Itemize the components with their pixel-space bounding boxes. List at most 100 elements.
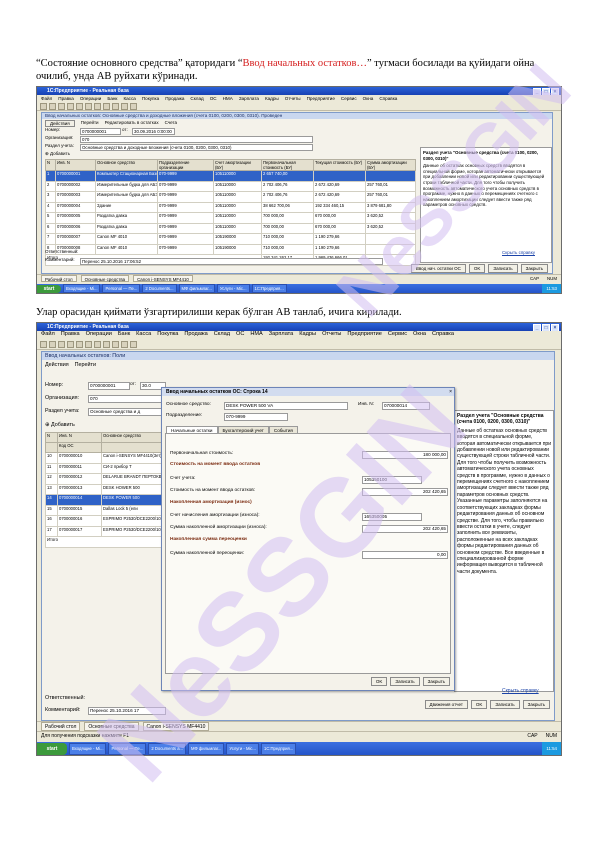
table-row[interactable]: 11 0700000011 СИ-2 прибор Т (45, 462, 164, 474)
menu-item[interactable]: Файл (41, 331, 55, 338)
save-icon[interactable] (58, 340, 65, 348)
taskbar-item[interactable]: 2 Documents a... (148, 742, 187, 755)
table-row[interactable]: 16 0700000016 ESPRIMO P2530/DCE2200/10 (45, 515, 164, 527)
close-button[interactable]: Закрыть (422, 677, 450, 686)
menu-item[interactable]: Продажа (184, 331, 207, 338)
close-button[interactable]: Закрыть (520, 264, 548, 273)
section-field[interactable]: Основные средства и д (88, 408, 166, 416)
table-row[interactable]: 8 0700000008 Canon MF 4010 070-9999 10519000… (45, 243, 416, 255)
menu-item[interactable]: Справка (379, 95, 397, 102)
save-button[interactable]: Записать (490, 700, 520, 709)
help-icon[interactable] (130, 102, 137, 110)
actions-menu-button[interactable]: Действия (45, 362, 69, 368)
tab-fixed-assets[interactable]: Основные средства (84, 722, 139, 731)
table-row[interactable]: 15 0700000015 Dallas Lock 5 (ели (45, 504, 164, 516)
hide-help-link[interactable]: Скрыть справку (502, 250, 535, 256)
goto-button[interactable]: Перейти (75, 362, 96, 368)
table-row[interactable]: 4 0700000004 Здание 070-9999 105110000 38 662… (45, 201, 416, 213)
new-icon[interactable] (40, 340, 47, 348)
table-row[interactable]: 10 0700000010 Canon i-SENSYS MF4410(3ет) (45, 452, 164, 464)
menu-item[interactable]: Банк (107, 95, 117, 102)
menu-item[interactable]: Правка (58, 95, 74, 102)
depreciation-account-field[interactable]: 165350005 (362, 513, 422, 521)
menu-item[interactable]: Отчеты (322, 331, 341, 338)
close-button[interactable]: Закрыть (522, 700, 550, 709)
calc-icon[interactable] (112, 102, 119, 110)
taskbar-item[interactable]: Personal — Пе... (102, 284, 141, 293)
menu-item[interactable]: Отчеты (285, 95, 301, 102)
column-header[interactable]: Текущая стоимость (БУ) (313, 159, 366, 171)
add-row-button[interactable]: ⊕ Добавить (45, 151, 70, 157)
calc-icon[interactable] (112, 340, 119, 348)
new-icon[interactable] (40, 102, 47, 110)
menu-item[interactable]: Файл (41, 95, 52, 102)
help-icon[interactable] (130, 340, 137, 348)
menu-item[interactable]: ОС (210, 95, 217, 102)
table-row[interactable]: 14 0700000014 DESK POWER 500 (45, 494, 164, 506)
number-field[interactable]: 0700000001 (88, 382, 130, 390)
save-icon[interactable] (58, 102, 65, 110)
table-row[interactable]: 2 0700000002 Измерительные будка для АБЭ 07… (45, 180, 416, 192)
actions-menu-button[interactable]: Действия (45, 120, 75, 127)
taskbar-item[interactable]: 2 Documents... (142, 284, 177, 293)
table-row[interactable]: 12 0700000012 DELARUE BRANDT ПЕРТОКВА (45, 473, 164, 485)
account-field[interactable]: 105350100 (362, 476, 422, 484)
table-row[interactable]: 6 0700000006 Раздатка давка 070-9999 1051100… (45, 222, 416, 234)
column-header[interactable]: Основное средство (95, 159, 158, 171)
column-header[interactable]: Первоначальная стоимость (БУ) (261, 159, 314, 171)
comment-field[interactable]: Перенос 25.10.2016 17 (88, 707, 166, 715)
ok-button[interactable]: OK (470, 700, 488, 709)
accounts-button[interactable]: Счета (165, 120, 177, 127)
menu-item[interactable]: Сервис (341, 95, 357, 102)
table-row[interactable]: 5 0700000005 Раздатка давка 070-9999 1051100… (45, 212, 416, 224)
menu-item[interactable]: Сервис (388, 331, 407, 338)
taskbar-item[interactable]: 1С:Предприя... (260, 742, 297, 755)
taskbar-item[interactable]: Personal — Пе... (108, 742, 147, 755)
goto-button[interactable]: Перейти (81, 120, 99, 127)
menu-item[interactable]: Предприятие (347, 331, 381, 338)
organization-field[interactable]: 070 (80, 136, 313, 143)
open-icon[interactable] (49, 340, 56, 348)
taskbar-item[interactable]: 1С:Предприя... (251, 284, 287, 293)
table-row[interactable]: 3 0700000003 Измерительные будка для АБЭ 07… (45, 191, 416, 203)
ok-button[interactable]: OK (370, 677, 388, 686)
menu-item[interactable]: Кадры (299, 331, 316, 338)
close-icon[interactable]: × (449, 389, 452, 395)
taskbar-item[interactable]: Услуги - Mic... (216, 284, 250, 293)
table-row[interactable]: 13 0700000013 DESK HOWER 500 (45, 483, 164, 495)
menu-item[interactable]: Окна (363, 95, 374, 102)
menu-item[interactable]: Склад (214, 331, 230, 338)
table-row[interactable]: 17 0700000017 ESPRIMO P2530/DCE2200/10 (45, 525, 164, 537)
column-header[interactable]: Сумма амортизации (БУ) (365, 159, 416, 171)
edit-balances-button[interactable]: Редактировать в остатках (105, 120, 159, 127)
taskbar-item[interactable]: Услуги - Mic... (226, 742, 259, 755)
column-header[interactable]: Подразделение организации (157, 159, 214, 171)
paste-icon[interactable] (85, 340, 92, 348)
menu-item[interactable]: Окна (413, 331, 426, 338)
date-field[interactable]: 30.09.2016 0:00:00 (132, 128, 175, 135)
taskbar-item[interactable]: МФ фильмлаг... (178, 284, 215, 293)
print-icon[interactable] (94, 340, 101, 348)
calendar-icon[interactable] (121, 102, 128, 110)
menu-item[interactable]: Банк (118, 331, 130, 338)
print-icon[interactable] (94, 102, 101, 110)
add-row-button[interactable]: ⊕ Добавить (45, 422, 75, 428)
taskbar-item[interactable]: Входящие - Mi... (63, 284, 101, 293)
depreciation-sum-field[interactable]: 202 420,65 (362, 525, 448, 533)
menu-item[interactable]: Операции (86, 331, 112, 338)
menu-item[interactable]: Предприятие (307, 95, 335, 102)
start-button[interactable]: start (37, 284, 61, 293)
initial-cost-field[interactable]: 180 000,00 (362, 451, 448, 459)
menu-item[interactable]: НМА (223, 95, 233, 102)
column-header[interactable]: Основное средство (101, 432, 164, 443)
table-row[interactable]: 10700000001Компьютер Стационарная Базова… (45, 170, 416, 182)
menu-item[interactable]: Касса (136, 331, 151, 338)
menu-item[interactable]: Продажа (165, 95, 184, 102)
asset-field[interactable]: DESK POWER 500 VA (224, 402, 348, 410)
organization-field[interactable]: 070 (88, 395, 166, 403)
movements-report-button[interactable]: Движения отчет (424, 700, 468, 709)
section-field[interactable]: Основные средства и доходные вложения (с… (80, 144, 313, 151)
calendar-icon[interactable] (121, 340, 128, 348)
tab-canon[interactable]: Canon i-SENSYS MF4410 (142, 722, 210, 731)
save-button[interactable]: Записать (390, 677, 420, 686)
